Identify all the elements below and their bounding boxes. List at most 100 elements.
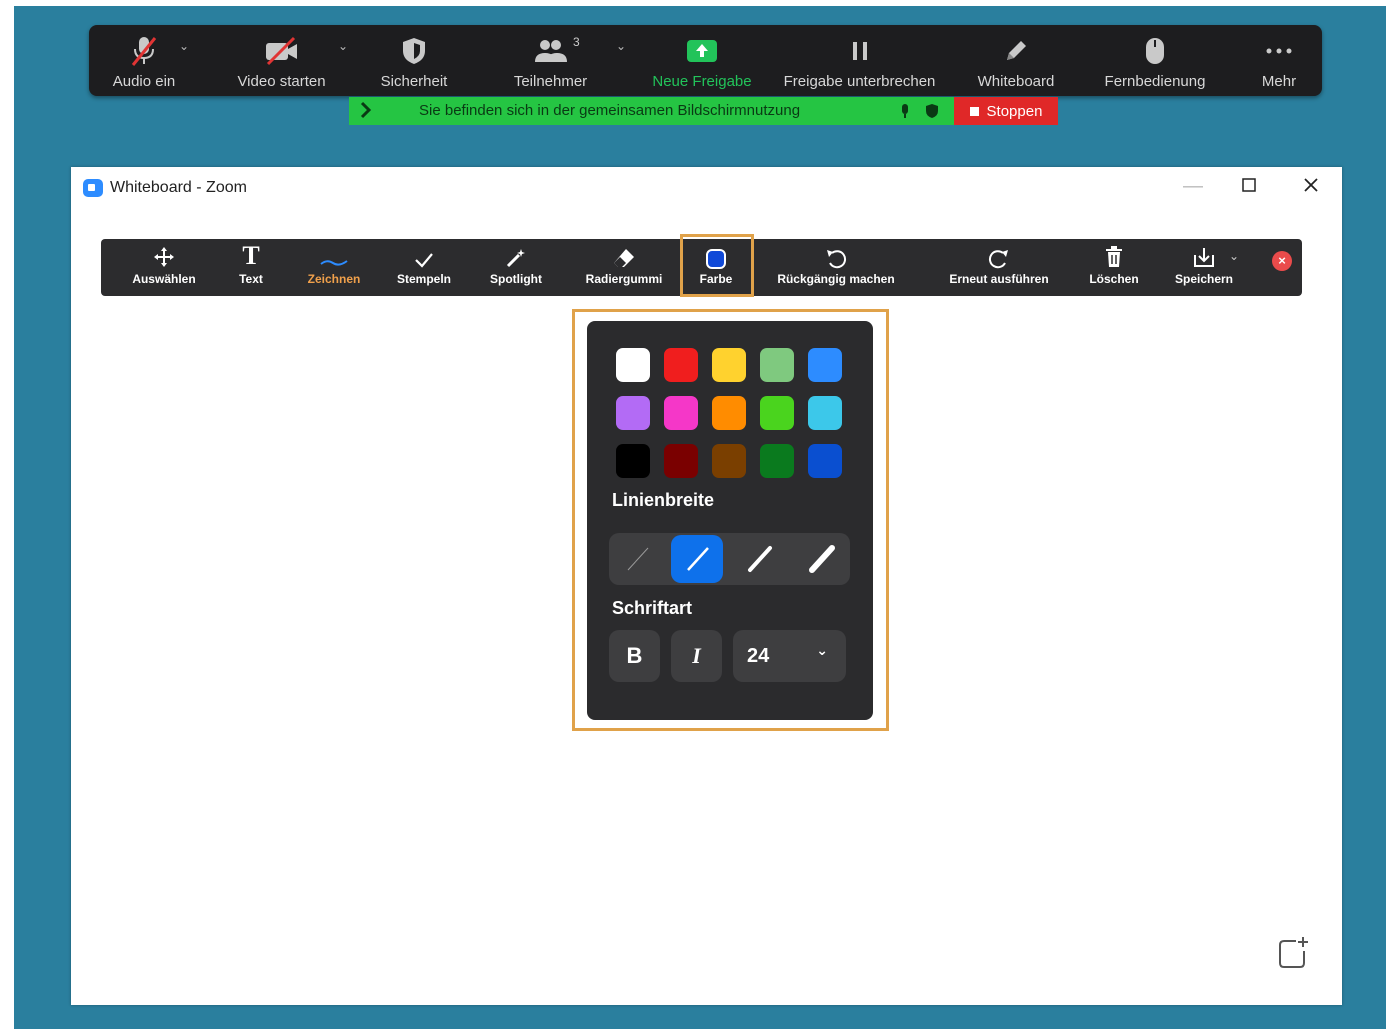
text-tool[interactable]: T Text [227, 239, 275, 296]
text-t-icon: T [242, 241, 260, 270]
color-swatch[interactable] [712, 348, 746, 382]
new-whiteboard-icon[interactable] [1276, 935, 1312, 976]
whiteboard-label: Whiteboard [977, 73, 1055, 90]
color-swatch[interactable] [712, 396, 746, 430]
delete-label: Löschen [1089, 272, 1139, 286]
pause-share-label: Freigabe unterbrechen [783, 73, 936, 90]
save-chevron-icon[interactable]: ⌄ [1229, 249, 1239, 263]
pencil-icon [1002, 31, 1030, 71]
close-icon[interactable] [1302, 176, 1320, 200]
participants-label: Teilnehmer [513, 73, 588, 90]
participants-chevron-icon[interactable]: ⌄ [616, 39, 626, 53]
video-button[interactable]: Video starten [229, 25, 334, 96]
color-swatch[interactable] [760, 444, 794, 478]
color-popup: Linienbreite Schriftart B I 24 ⌄ [587, 321, 873, 720]
stop-share-label: Stoppen [986, 102, 1043, 120]
eraser-tool[interactable]: Radiergummi [583, 239, 665, 296]
camera-off-icon [264, 31, 300, 71]
remote-control-button[interactable]: Fernbedienung [1097, 25, 1213, 96]
participants-count: 3 [573, 35, 580, 49]
italic-button[interactable]: I [671, 630, 722, 682]
checkmark-icon [413, 239, 435, 269]
maximize-icon[interactable] [1241, 176, 1257, 199]
color-swatch[interactable] [664, 396, 698, 430]
line-width-3[interactable] [733, 535, 785, 583]
window-title: Whiteboard - Zoom [110, 179, 247, 196]
color-tool-highlight [680, 234, 754, 297]
meeting-toolbar: Audio ein ⌄ Video starten ⌄ Sicherheit T… [89, 25, 1322, 96]
color-swatch[interactable] [712, 444, 746, 478]
video-label: Video starten [237, 73, 326, 90]
select-label: Auswählen [132, 272, 196, 286]
draw-tool[interactable]: Zeichnen [301, 239, 367, 296]
color-swatch[interactable] [760, 348, 794, 382]
draw-label: Zeichnen [307, 272, 361, 286]
spotlight-tool[interactable]: Spotlight [481, 239, 551, 296]
audio-chevron-icon[interactable]: ⌄ [179, 39, 189, 53]
chevron-down-icon: ⌄ [816, 642, 828, 658]
save-label: Speichern [1174, 272, 1234, 286]
stop-square-icon [969, 106, 979, 116]
sharing-banner-text: Sie befinden sich in der gemeinsamen Bil… [419, 102, 801, 119]
security-button[interactable]: Sicherheit [374, 25, 454, 96]
color-swatch[interactable] [808, 396, 842, 430]
line-width-4[interactable] [795, 535, 847, 583]
video-chevron-icon[interactable]: ⌄ [338, 39, 348, 53]
redo-label: Erneut ausführen [949, 272, 1049, 286]
draw-squiggle-icon [319, 239, 349, 269]
shield-check-icon [925, 103, 939, 123]
more-button[interactable]: Mehr [1247, 25, 1311, 96]
whiteboard-button[interactable]: Whiteboard [965, 25, 1067, 96]
security-label: Sicherheit [380, 73, 448, 90]
participants-button[interactable]: Teilnehmer [503, 25, 598, 96]
more-dots-icon [1264, 31, 1294, 71]
new-share-button[interactable]: Neue Freigabe [647, 25, 757, 96]
mic-small-icon [899, 103, 911, 123]
drag-handle-icon[interactable] [359, 101, 373, 123]
move-arrows-icon [152, 239, 176, 269]
stamp-label: Stempeln [396, 272, 451, 286]
color-swatch[interactable] [664, 444, 698, 478]
participants-icon [533, 31, 569, 71]
close-toolbar-icon[interactable]: × [1272, 251, 1292, 271]
font-title: Schriftart [612, 598, 693, 618]
color-swatch[interactable] [664, 348, 698, 382]
select-tool[interactable]: Auswählen [129, 239, 199, 296]
remote-control-label: Fernbedienung [1104, 73, 1206, 90]
zoom-logo-icon [83, 179, 103, 197]
shield-icon [401, 31, 427, 71]
save-tool[interactable]: Speichern [1171, 239, 1237, 296]
mouse-icon [1144, 31, 1166, 71]
color-swatch[interactable] [616, 396, 650, 430]
microphone-muted-icon [130, 31, 158, 71]
audio-button[interactable]: Audio ein [103, 25, 185, 96]
color-swatch[interactable] [616, 444, 650, 478]
bold-button[interactable]: B [609, 630, 660, 682]
delete-tool[interactable]: Löschen [1087, 239, 1141, 296]
more-label: Mehr [1261, 73, 1297, 90]
line-width-1[interactable] [611, 535, 663, 583]
minimize-icon[interactable]: — [1183, 175, 1203, 198]
undo-tool[interactable]: Rückgängig machen [773, 239, 899, 296]
font-size-select[interactable]: 24 ⌄ [733, 630, 846, 682]
eraser-label: Radiergummi [585, 272, 663, 286]
line-width-2[interactable] [671, 535, 723, 583]
color-swatch[interactable] [808, 348, 842, 382]
new-share-label: Neue Freigabe [652, 73, 752, 90]
line-width-title: Linienbreite [612, 490, 715, 510]
color-swatch[interactable] [760, 396, 794, 430]
redo-arrow-icon [987, 239, 1011, 269]
stamp-tool[interactable]: Stempeln [391, 239, 457, 296]
line-width-selector [609, 533, 850, 585]
spotlight-label: Spotlight [490, 272, 542, 286]
color-swatch[interactable] [616, 348, 650, 382]
audio-label: Audio ein [112, 73, 176, 90]
trash-icon [1103, 239, 1125, 269]
redo-tool[interactable]: Erneut ausführen [947, 239, 1051, 296]
share-up-arrow-icon [686, 31, 718, 71]
undo-label: Rückgängig machen [777, 272, 895, 286]
color-swatch[interactable] [808, 444, 842, 478]
stop-share-button[interactable]: Stoppen [954, 97, 1058, 125]
pause-share-button[interactable]: Freigabe unterbrechen [777, 25, 942, 96]
sharing-banner: Sie befinden sich in der gemeinsamen Bil… [349, 97, 954, 125]
